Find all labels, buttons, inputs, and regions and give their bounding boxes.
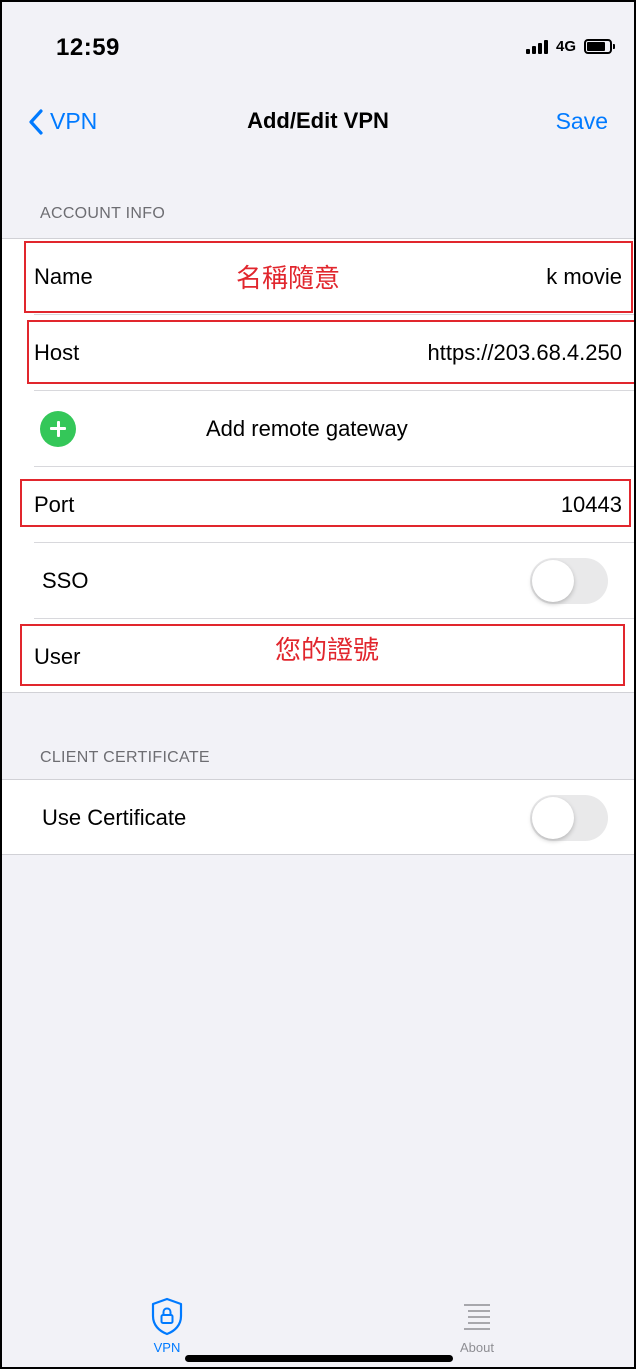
host-row[interactable]: Host https://203.68.4.250 [34, 315, 634, 391]
navigation-bar: VPN Add/Edit VPN Save [2, 92, 634, 152]
name-annotation-text: 名稱隨意 [236, 263, 341, 293]
tab-vpn[interactable]: VPN [148, 1296, 186, 1355]
add-remote-gateway-row[interactable]: Add remote gateway [34, 391, 634, 467]
port-value[interactable]: 10443 [561, 492, 622, 518]
sso-toggle[interactable] [530, 557, 608, 604]
signal-icon [525, 39, 548, 54]
home-indicator [185, 1355, 453, 1362]
client-certificate-group: Use Certificate [2, 779, 634, 855]
use-certificate-toggle[interactable] [530, 795, 608, 841]
host-label: Host [34, 339, 80, 365]
client-certificate-header: CLIENT CERTIFICATE [40, 749, 210, 766]
status-indicators: 4G [525, 38, 615, 55]
page-title: Add/Edit VPN [247, 108, 389, 133]
sso-row: SSO [34, 543, 634, 619]
save-button[interactable]: Save [556, 108, 608, 135]
screen-frame: 12:59 4G VPN Add/Edit VPN Save ACCOUNT I… [0, 0, 636, 1369]
add-icon[interactable] [40, 410, 76, 447]
battery-icon [584, 39, 615, 54]
host-value[interactable]: https://203.68.4.250 [428, 340, 623, 366]
port-label: Port [34, 491, 75, 517]
user-label: User [34, 644, 81, 669]
tab-vpn-label: VPN [153, 1340, 181, 1355]
sso-label: SSO [42, 567, 89, 593]
tab-about[interactable]: About [458, 1296, 496, 1355]
tab-about-label: About [460, 1340, 494, 1355]
network-type: 4G [555, 38, 576, 55]
account-info-group: Name k movie Host https://203.68.4.250 A… [2, 238, 634, 693]
name-label: Name [34, 263, 93, 289]
shield-lock-icon [151, 1297, 183, 1336]
tab-bar: VPN About [2, 1272, 634, 1367]
user-annotation-text: 您的證號 [275, 635, 380, 665]
use-certificate-label: Use Certificate [42, 805, 187, 830]
account-info-header: ACCOUNT INFO [40, 205, 166, 222]
add-remote-gateway-label: Add remote gateway [206, 415, 408, 441]
port-row[interactable]: Port 10443 [34, 467, 634, 543]
name-value[interactable]: k movie [546, 264, 622, 290]
use-certificate-row: Use Certificate [34, 780, 634, 856]
list-icon [464, 1304, 490, 1330]
status-time: 12:59 [56, 34, 120, 61]
